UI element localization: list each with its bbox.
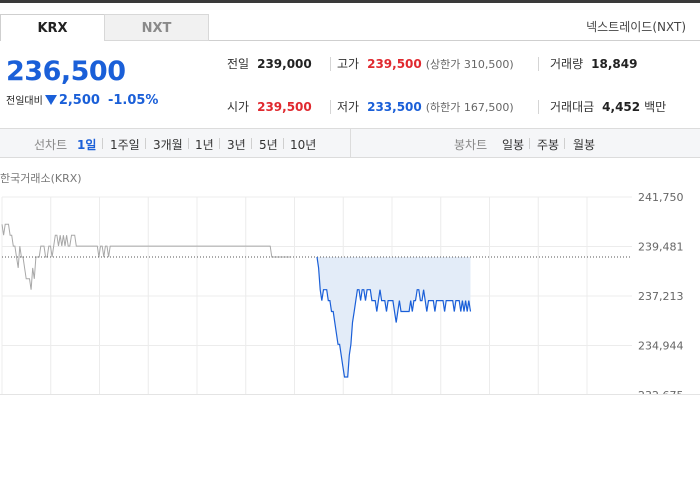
divider xyxy=(538,100,539,114)
stat-value: 4,452 xyxy=(602,100,641,114)
line-chart-label: 선차트 xyxy=(34,138,68,152)
period-5y[interactable]: 5년 xyxy=(259,136,278,153)
price-change: 전일대비 2,500 -1.05% xyxy=(6,92,158,108)
intraday-chart: 241,750239,481237,213234,944232,675 xyxy=(1,191,684,395)
stat-label: 전일 xyxy=(227,57,250,71)
divider xyxy=(330,100,331,114)
nxt-link[interactable]: 넥스트레이드(NXT) xyxy=(586,18,686,35)
divider xyxy=(188,138,189,149)
divider xyxy=(529,138,530,149)
change-value: 2,500 xyxy=(58,93,100,108)
candle-daily[interactable]: 일봉 xyxy=(502,136,524,153)
change-label: 전일대비 xyxy=(6,96,43,107)
candle-chart-label: 봉차트 xyxy=(454,138,488,152)
tab-nxt[interactable]: NXT xyxy=(104,14,209,41)
stat-label: 고가 xyxy=(337,57,360,71)
y-tick-label: 234,944 xyxy=(638,339,684,352)
today-area-fill xyxy=(317,257,471,377)
stat-label: 저가 xyxy=(337,100,360,114)
change-percent: -1.05% xyxy=(107,93,159,108)
period-10y[interactable]: 10년 xyxy=(290,136,316,153)
period-1d[interactable]: 1일 xyxy=(77,136,96,153)
lower-limit: (하한가 167,500) xyxy=(425,101,514,114)
divider xyxy=(538,57,539,71)
stat-volume: 거래량 18,849 xyxy=(550,55,637,72)
divider xyxy=(219,138,220,149)
divider xyxy=(283,138,284,149)
stat-value: 18,849 xyxy=(591,57,638,71)
stat-label: 거래량 xyxy=(550,57,584,71)
period-3m[interactable]: 3개월 xyxy=(153,136,183,153)
stat-prev-close: 전일 239,000 xyxy=(227,55,312,72)
y-tick-label: 239,481 xyxy=(638,241,684,254)
stat-value: 239,500 xyxy=(367,57,422,71)
amount-unit: 백만 xyxy=(644,100,667,114)
chart-toolbar: 선차트 1일 1주일 3개월 1년 3년 5년 10년 봉차트 일봉 주봉 월봉 xyxy=(0,128,700,158)
tab-divider xyxy=(209,40,700,41)
stat-amount: 거래대금 4,452 백만 xyxy=(550,98,666,115)
divider xyxy=(330,57,331,71)
stat-value: 239,500 xyxy=(257,100,312,114)
divider xyxy=(102,138,103,149)
divider xyxy=(251,138,252,149)
candle-monthly[interactable]: 월봉 xyxy=(573,136,595,153)
stat-low: 저가 233,500 (하한가 167,500) xyxy=(337,98,514,115)
y-tick-label: 237,213 xyxy=(638,290,684,303)
candle-weekly[interactable]: 주봉 xyxy=(537,136,559,153)
stat-high: 고가 239,500 (상한가 310,500) xyxy=(337,55,514,72)
divider xyxy=(145,138,146,149)
period-1y[interactable]: 1년 xyxy=(195,136,214,153)
stat-label: 시가 xyxy=(227,100,250,114)
stat-value: 233,500 xyxy=(367,100,422,114)
y-tick-label: 241,750 xyxy=(638,191,684,204)
divider xyxy=(564,138,565,149)
tab-krx[interactable]: KRX xyxy=(0,14,105,41)
upper-limit: (상한가 310,500) xyxy=(425,58,514,71)
top-border xyxy=(0,0,700,3)
current-price: 236,500 xyxy=(6,56,126,87)
chart-bottom-border xyxy=(0,394,700,395)
down-triangle-icon xyxy=(44,95,57,105)
stat-value: 239,000 xyxy=(257,57,312,71)
stat-label: 거래대금 xyxy=(550,100,595,114)
stat-open: 시가 239,500 xyxy=(227,98,312,115)
toolbar-divider xyxy=(350,129,351,157)
period-3y[interactable]: 3년 xyxy=(227,136,246,153)
period-1w[interactable]: 1주일 xyxy=(110,136,140,153)
